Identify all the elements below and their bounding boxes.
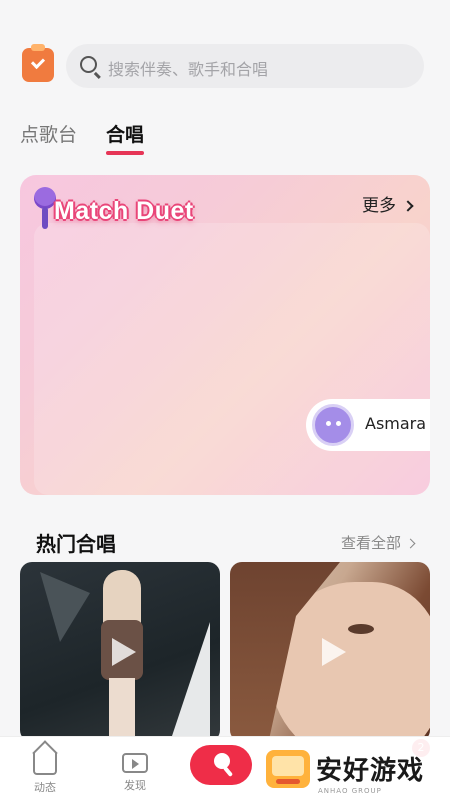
nav-label: 动态	[34, 781, 56, 794]
singer-eye	[348, 624, 374, 634]
more-label: 更多	[362, 196, 396, 216]
user-name: Asmara	[365, 414, 427, 433]
see-all-link[interactable]: 查看全部	[340, 532, 416, 553]
chevron-right-icon	[405, 538, 416, 549]
play-icon[interactable]	[322, 638, 346, 666]
task-calendar-icon[interactable]	[22, 44, 54, 82]
background-shape	[40, 572, 90, 642]
nav-item-discover[interactable]: 发现	[110, 745, 160, 793]
chevron-right-icon	[402, 200, 414, 212]
match-duet-banner[interactable]: Match Duet 更多 Asmara	[20, 175, 430, 495]
gamepad-logo-icon	[266, 750, 310, 788]
check-icon	[30, 54, 46, 70]
search-icon	[80, 56, 97, 73]
tab-duet[interactable]: 合唱	[106, 120, 144, 147]
see-all-label: 查看全部	[340, 534, 401, 552]
singer-legs	[109, 678, 135, 742]
home-icon	[33, 753, 57, 775]
search-bar[interactable]: 搜索伴奏、歌手和合唱	[66, 44, 424, 88]
section-title: 热门合唱	[36, 532, 116, 556]
watermark: 安好游戏 ANHAO GROUP	[256, 738, 450, 800]
nav-item-feed[interactable]: 动态	[20, 745, 70, 795]
duet-thumbnail[interactable]	[230, 562, 430, 742]
mic-stick	[42, 207, 48, 229]
mic-head	[34, 187, 56, 209]
tab-song-request[interactable]: 点歌台	[20, 120, 77, 147]
user-card[interactable]: Asmara	[306, 399, 430, 451]
duet-thumbnail[interactable]	[20, 562, 220, 742]
play-icon[interactable]	[112, 638, 136, 666]
header: 搜索伴奏、歌手和合唱 点歌台 合唱	[0, 0, 450, 170]
background-shape	[170, 622, 210, 742]
avatar[interactable]	[312, 404, 354, 446]
search-input[interactable]: 搜索伴奏、歌手和合唱	[108, 56, 268, 80]
more-link[interactable]: 更多	[362, 191, 414, 216]
tv-icon	[122, 753, 148, 773]
banner-title: Match Duet	[54, 197, 194, 225]
active-tab-indicator	[106, 151, 144, 155]
nav-label: 发现	[124, 779, 146, 792]
watermark-text: 安好游戏	[316, 756, 425, 786]
mic-icon	[214, 753, 230, 769]
sing-button[interactable]	[190, 745, 252, 785]
watermark-subtext: ANHAO GROUP	[318, 787, 382, 795]
